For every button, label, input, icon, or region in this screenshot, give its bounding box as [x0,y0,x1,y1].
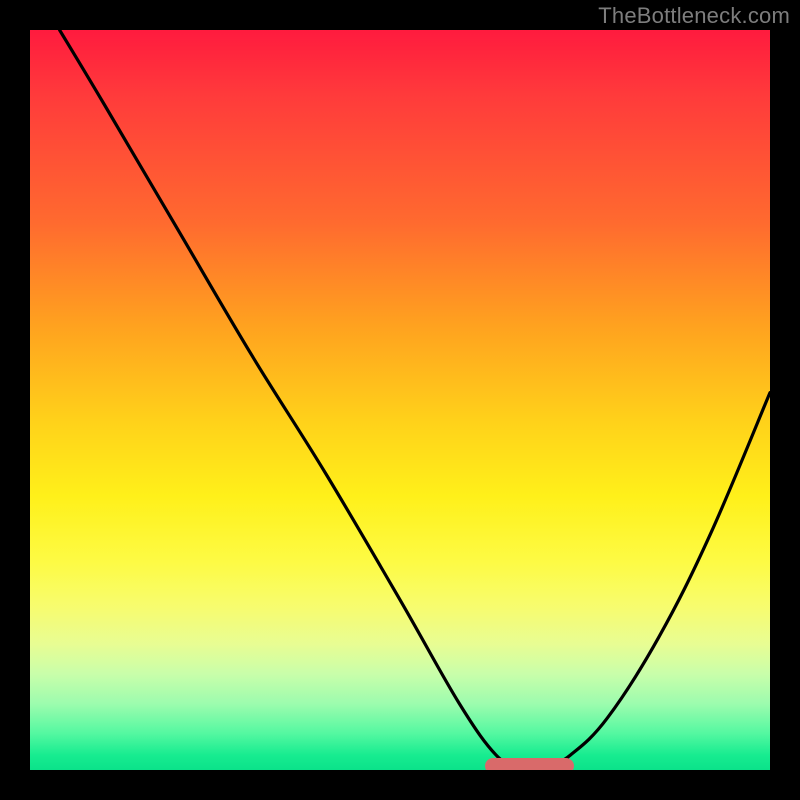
watermark-text: TheBottleneck.com [598,3,790,29]
bottleneck-curve [30,30,770,770]
optimal-range-bar [485,758,574,771]
plot-area [30,30,770,770]
outer-frame: TheBottleneck.com [0,0,800,800]
